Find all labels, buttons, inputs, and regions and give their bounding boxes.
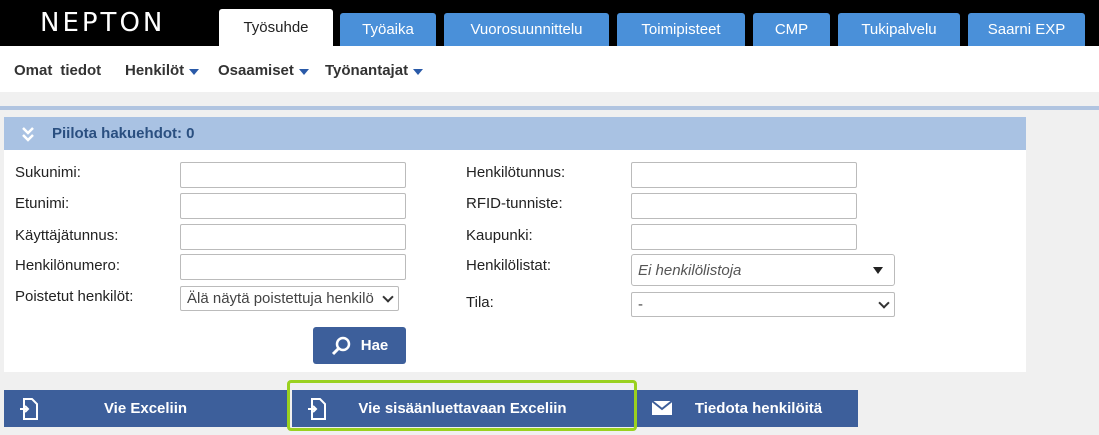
submenu-osaamiset[interactable]: Osaamiset xyxy=(218,62,309,79)
submenu-tyonantajat[interactable]: Työnantajat xyxy=(325,62,424,79)
submenu-omat-label: Omat xyxy=(14,62,53,79)
henkilonumero-input[interactable] xyxy=(180,254,406,280)
chevron-down-icon xyxy=(382,290,394,303)
chevron-down-icon xyxy=(413,68,424,75)
submenu-tiedot-label: tiedot xyxy=(60,62,102,79)
submenu-henkilot-label: Henkilöt xyxy=(125,62,185,79)
kayttajatunnus-label: Käyttäjätunnus: xyxy=(15,227,119,244)
submenu-osaamiset-label: Osaamiset xyxy=(218,62,294,79)
etunimi-input[interactable] xyxy=(180,193,406,219)
app-logo: NEPTON xyxy=(40,8,166,38)
notify-persons-button[interactable]: Tiedota henkilöitä xyxy=(633,390,858,427)
search-button-label: Hae xyxy=(360,337,389,354)
tila-label: Tila: xyxy=(466,294,494,311)
search-icon xyxy=(331,336,350,355)
tab-vuorosuunnittelu[interactable]: Vuorosuunnittelu xyxy=(444,13,609,46)
chevron-down-icon xyxy=(298,68,309,75)
submenu-omat-tiedot[interactable]: Omat tiedot xyxy=(14,62,101,79)
toggle-search-criteria[interactable]: Piilota hakuehdot: 0 xyxy=(4,117,1026,150)
sukunimi-input[interactable] xyxy=(180,162,406,188)
poistetut-label: Poistetut henkilöt: xyxy=(15,288,134,305)
export-excel-button[interactable]: Vie Exceliin xyxy=(4,390,287,427)
poistetut-select[interactable]: Älä näytä poistettuja henkilö xyxy=(180,286,399,311)
poistetut-value: Älä näytä poistettuja henkilö xyxy=(187,290,374,307)
dropdown-arrow-icon xyxy=(873,266,883,274)
tab-cmp[interactable]: CMP xyxy=(753,13,830,46)
submenu-henkilot[interactable]: Henkilöt xyxy=(125,62,200,79)
henkilotunnus-label: Henkilötunnus: xyxy=(466,164,566,181)
top-navigation-bar: NEPTON Työsuhde Työaika Vuorosuunnittelu… xyxy=(0,0,1099,46)
sukunimi-label: Sukunimi: xyxy=(15,164,81,181)
tab-tukipalvelu[interactable]: Tukipalvelu xyxy=(838,13,960,46)
sub-menu: Omat tiedot Henkilöt Osaamiset Työnantaj… xyxy=(0,46,1099,92)
tab-toimipisteet[interactable]: Toimipisteet xyxy=(617,13,745,46)
rfid-label: RFID-tunniste: xyxy=(466,195,563,212)
henkilotunnus-input[interactable] xyxy=(631,162,857,188)
search-button[interactable]: Hae xyxy=(313,327,406,364)
tila-select[interactable]: - xyxy=(631,292,895,317)
chevron-down-icon xyxy=(189,68,200,75)
kaupunki-label: Kaupunki: xyxy=(466,227,533,244)
kayttajatunnus-input[interactable] xyxy=(180,224,406,250)
notify-persons-label: Tiedota henkilöitä xyxy=(694,400,823,417)
submenu-tyonantajat-label: Työnantajat xyxy=(325,62,409,79)
export-excel-label: Vie Exceliin xyxy=(103,400,188,417)
henkilonumero-label: Henkilönumero: xyxy=(15,257,121,274)
rfid-input[interactable] xyxy=(631,193,857,219)
tab-saarni-exp[interactable]: Saarni EXP xyxy=(968,13,1085,46)
henkilolistat-placeholder: Ei henkilölistoja xyxy=(638,261,742,279)
divider xyxy=(0,106,1099,110)
henkilolistat-label: Henkilölistat: xyxy=(466,257,552,274)
double-chevron-down-icon xyxy=(22,126,34,142)
tab-tyosuhde[interactable]: Työsuhde xyxy=(219,9,333,46)
highlight-frame xyxy=(287,380,637,431)
panel-title: Piilota hakuehdot: 0 xyxy=(52,125,195,142)
tila-value: - xyxy=(638,296,643,313)
kaupunki-input[interactable] xyxy=(631,224,857,250)
henkilolistat-select[interactable]: Ei henkilölistoja xyxy=(631,254,895,286)
etunimi-label: Etunimi: xyxy=(15,195,70,212)
chevron-down-icon xyxy=(878,296,890,309)
tab-tyoaika[interactable]: Työaika xyxy=(340,13,436,46)
